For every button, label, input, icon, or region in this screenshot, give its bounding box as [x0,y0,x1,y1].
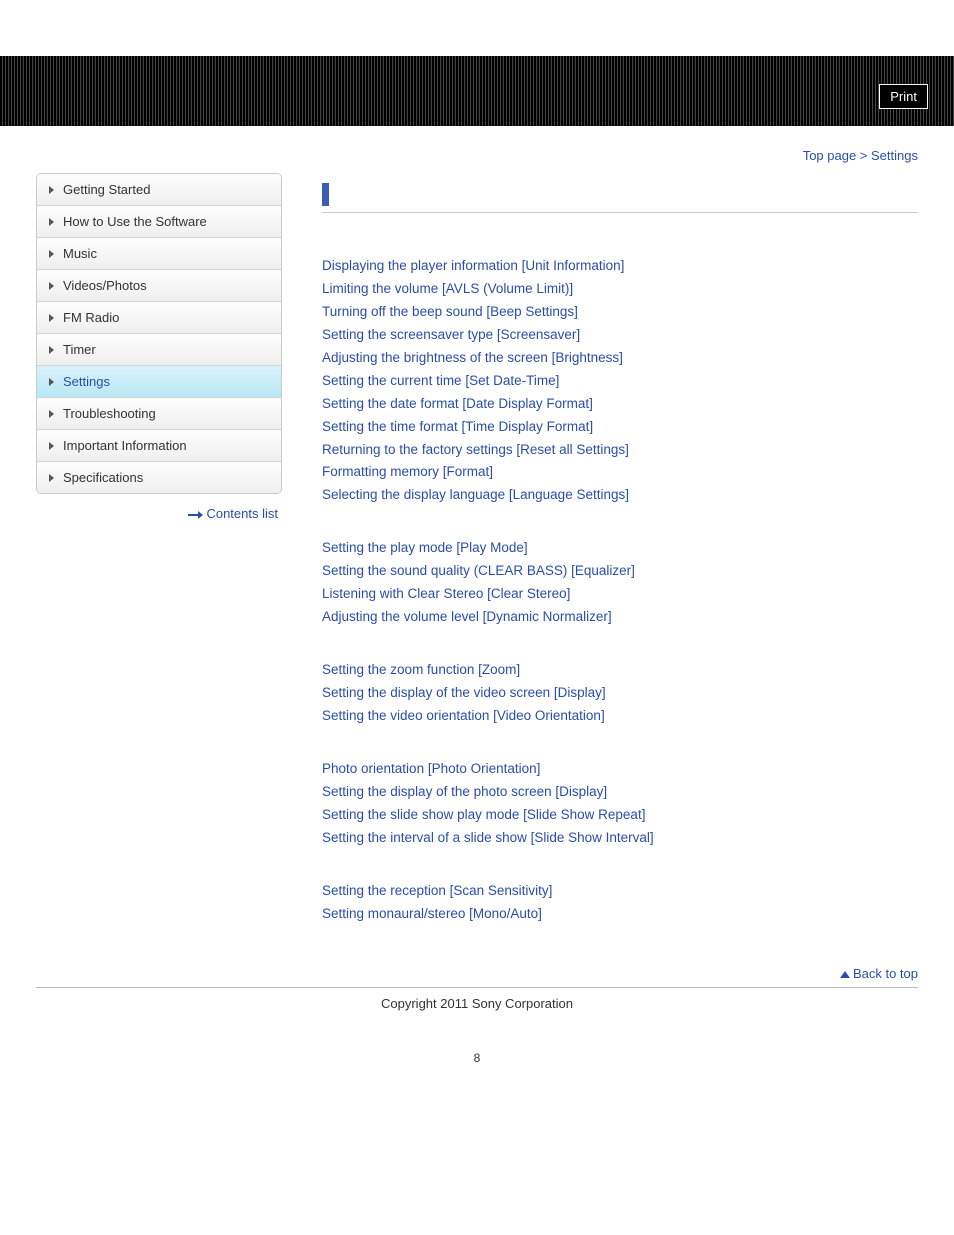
contents-list-link[interactable]: Contents list [206,506,278,521]
link-group: Displaying the player information [Unit … [322,255,918,507]
content-link[interactable]: Displaying the player information [Unit … [322,255,918,278]
link-group: Setting the play mode [Play Mode]Setting… [322,537,918,629]
content-link[interactable]: Limiting the volume [AVLS (Volume Limit)… [322,278,918,301]
content-link[interactable]: Setting the current time [Set Date-Time] [322,370,918,393]
content-link[interactable]: Turning off the beep sound [Beep Setting… [322,301,918,324]
breadcrumb-sep: > [856,148,871,163]
sidebar-item[interactable]: Settings [37,366,281,398]
header-banner: Print [0,56,954,126]
content-link[interactable]: Formatting memory [Format] [322,461,918,484]
section-heading [322,189,918,213]
link-group: Photo orientation [Photo Orientation]Set… [322,758,918,850]
sidebar: Getting StartedHow to Use the SoftwareMu… [36,173,282,956]
breadcrumb: Top page > Settings [0,126,954,173]
sidebar-item[interactable]: FM Radio [37,302,281,334]
content-link[interactable]: Setting the display of the photo screen … [322,781,918,804]
sidebar-item[interactable]: How to Use the Software [37,206,281,238]
content-link[interactable]: Setting the interval of a slide show [Sl… [322,827,918,850]
content-link[interactable]: Photo orientation [Photo Orientation] [322,758,918,781]
content-link[interactable]: Setting the play mode [Play Mode] [322,537,918,560]
content-link[interactable]: Listening with Clear Stereo [Clear Stere… [322,583,918,606]
content-link[interactable]: Returning to the factory settings [Reset… [322,439,918,462]
copyright-text: Copyright 2011 Sony Corporation [0,988,954,1051]
content-link[interactable]: Setting the screensaver type [Screensave… [322,324,918,347]
sidebar-item[interactable]: Music [37,238,281,270]
sidebar-item[interactable]: Important Information [37,430,281,462]
page-number: 8 [0,1051,954,1085]
content-link[interactable]: Setting the video orientation [Video Ori… [322,705,918,728]
content-link[interactable]: Setting monaural/stereo [Mono/Auto] [322,903,918,926]
print-button[interactable]: Print [879,84,928,109]
content-link[interactable]: Setting the display of the video screen … [322,682,918,705]
breadcrumb-top-page[interactable]: Top page [803,148,857,163]
sidebar-item[interactable]: Timer [37,334,281,366]
content-link[interactable]: Setting the time format [Time Display Fo… [322,416,918,439]
sidebar-item[interactable]: Troubleshooting [37,398,281,430]
content-link[interactable]: Setting the zoom function [Zoom] [322,659,918,682]
content-link[interactable]: Adjusting the brightness of the screen [… [322,347,918,370]
main-content: Displaying the player information [Unit … [322,173,918,956]
arrow-right-icon [188,514,202,516]
content-link[interactable]: Setting the date format [Date Display Fo… [322,393,918,416]
sidebar-item[interactable]: Specifications [37,462,281,493]
link-group: Setting the reception [Scan Sensitivity]… [322,880,918,926]
sidebar-item[interactable]: Videos/Photos [37,270,281,302]
back-to-top-link[interactable]: Back to top [853,966,918,981]
content-link[interactable]: Adjusting the volume level [Dynamic Norm… [322,606,918,629]
link-group: Setting the zoom function [Zoom]Setting … [322,659,918,728]
up-triangle-icon [840,971,850,978]
content-link[interactable]: Setting the reception [Scan Sensitivity] [322,880,918,903]
content-link[interactable]: Setting the slide show play mode [Slide … [322,804,918,827]
sidebar-nav: Getting StartedHow to Use the SoftwareMu… [36,173,282,494]
sidebar-item[interactable]: Getting Started [37,174,281,206]
breadcrumb-current: Settings [871,148,918,163]
content-link[interactable]: Selecting the display language [Language… [322,484,918,507]
content-link[interactable]: Setting the sound quality (CLEAR BASS) [… [322,560,918,583]
